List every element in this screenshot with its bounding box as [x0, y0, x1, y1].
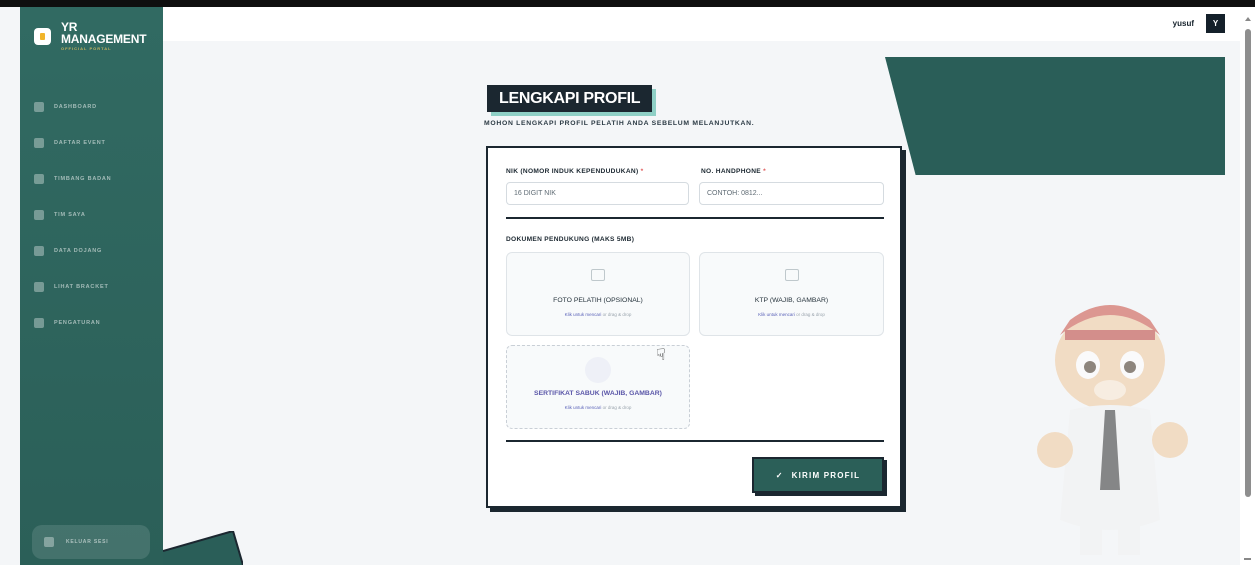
- sidebar-item-data-dojang[interactable]: DATA DOJANG: [34, 233, 154, 269]
- page-title: LENGKAPI PROFIL: [487, 85, 653, 112]
- sidebar-item-label: TIM SAYA: [54, 212, 86, 218]
- brand-logo-icon: [34, 27, 51, 45]
- brand-subtitle: OFFICIAL PORTAL: [61, 46, 112, 51]
- bracket-icon: [34, 282, 44, 292]
- page-subtitle: MOHON LENGKAPI PROFIL PELATIH ANDA SEBEL…: [484, 120, 755, 127]
- image-icon: [591, 269, 605, 281]
- sidebar-item-lihat-bracket[interactable]: LIHAT BRACKET: [34, 269, 154, 305]
- upload-hint: Klik untuk mencari or drag & drop: [758, 312, 825, 317]
- scroll-up-arrow-icon[interactable]: [1245, 17, 1251, 21]
- logout-label: KELUAR SESI: [66, 539, 109, 545]
- sidebar-item-dashboard[interactable]: DASHBOARD: [34, 89, 154, 125]
- profile-form-card: NIK (NOMOR INDUK KEPENDUDUKAN) * 16 DIGI…: [486, 146, 902, 508]
- documents-label: DOKUMEN PENDUKUNG (MAKS 5MB): [506, 236, 635, 243]
- check-icon: ✓: [775, 470, 784, 480]
- required-mark: *: [640, 168, 644, 175]
- upload-ktp[interactable]: KTP (WAJIB, GAMBAR) Klik untuk mencari o…: [699, 252, 884, 336]
- decorative-banner: [885, 57, 1225, 175]
- sidebar-item-label: DAFTAR EVENT: [54, 140, 106, 146]
- nik-placeholder: 16 DIGIT NIK: [514, 190, 556, 197]
- browse-link[interactable]: Klik untuk mencari: [565, 312, 602, 317]
- upload-circle-icon: [585, 357, 611, 383]
- browse-link[interactable]: Klik untuk mencari: [565, 405, 602, 410]
- calendar-icon: [34, 138, 44, 148]
- gear-icon: [34, 318, 44, 328]
- submit-label: KIRIM PROFIL: [791, 470, 861, 480]
- divider: [506, 217, 884, 219]
- hand-cursor-icon: ☟: [656, 347, 666, 364]
- sidebar-item-label: DATA DOJANG: [54, 248, 103, 254]
- divider: [506, 440, 884, 442]
- decorative-corner-shape: [163, 531, 243, 565]
- tiger-mascot-illustration: [1037, 305, 1188, 555]
- sidebar-item-pengaturan[interactable]: PENGATURAN: [34, 305, 154, 341]
- phone-label: NO. HANDPHONE *: [701, 168, 766, 175]
- logout-button[interactable]: KELUAR SESI: [32, 525, 150, 559]
- sidebar-nav: DASHBOARD DAFTAR EVENT TIMBANG BADAN TIM…: [34, 89, 154, 341]
- sidebar-item-timbang-badan[interactable]: TIMBANG BADAN: [34, 161, 154, 197]
- sidebar-item-daftar-event[interactable]: DAFTAR EVENT: [34, 125, 154, 161]
- submit-profile-button[interactable]: ✓ KIRIM PROFIL: [752, 457, 884, 493]
- upload-title: FOTO PELATIH (OPSIONAL): [553, 297, 643, 304]
- sidebar: YR MANAGEMENT OFFICIAL PORTAL DASHBOARD …: [20, 7, 163, 565]
- upload-hint: Klik untuk mencari or drag & drop: [564, 312, 632, 317]
- scale-icon: [34, 174, 44, 184]
- user-name: yusuf: [1172, 19, 1194, 28]
- logout-icon: [44, 537, 54, 547]
- brand-title-line2: MANAGEMENT: [61, 32, 147, 46]
- window-top-border: [0, 0, 1255, 7]
- required-mark: *: [763, 168, 766, 175]
- sidebar-item-label: LIHAT BRACKET: [54, 284, 109, 290]
- building-icon: [34, 246, 44, 256]
- home-icon: [34, 102, 44, 112]
- sidebar-item-label: TIMBANG BADAN: [54, 176, 112, 182]
- team-icon: [34, 210, 44, 220]
- scroll-down-arrow-icon[interactable]: [1244, 558, 1251, 560]
- id-card-icon: [784, 269, 799, 281]
- upload-hint: Klik untuk mencari or drag & drop: [564, 405, 632, 410]
- nik-label: NIK (NOMOR INDUK KEPENDUDUKAN) *: [506, 168, 644, 175]
- phone-placeholder: CONTOH: 0812...: [707, 190, 763, 197]
- phone-input[interactable]: CONTOH: 0812...: [699, 182, 884, 205]
- brand: YR MANAGEMENT OFFICIAL PORTAL: [34, 21, 147, 51]
- sidebar-item-label: DASHBOARD: [54, 104, 97, 110]
- upload-title: KTP (WAJIB, GAMBAR): [754, 297, 829, 304]
- user-avatar[interactable]: Y: [1206, 14, 1225, 33]
- scrollbar[interactable]: [1240, 7, 1255, 565]
- upload-title: SERTIFIKAT SABUK (WAJIB, GAMBAR): [534, 390, 662, 397]
- scrollbar-thumb[interactable]: [1245, 29, 1251, 497]
- nik-input[interactable]: 16 DIGIT NIK: [506, 182, 689, 205]
- upload-foto-pelatih[interactable]: FOTO PELATIH (OPSIONAL) Klik untuk menca…: [506, 252, 690, 336]
- sidebar-item-tim-saya[interactable]: TIM SAYA: [34, 197, 154, 233]
- browse-link[interactable]: Klik untuk mencari: [758, 312, 795, 317]
- sidebar-item-label: PENGATURAN: [54, 320, 101, 326]
- top-bar: yusuf Y: [163, 7, 1240, 41]
